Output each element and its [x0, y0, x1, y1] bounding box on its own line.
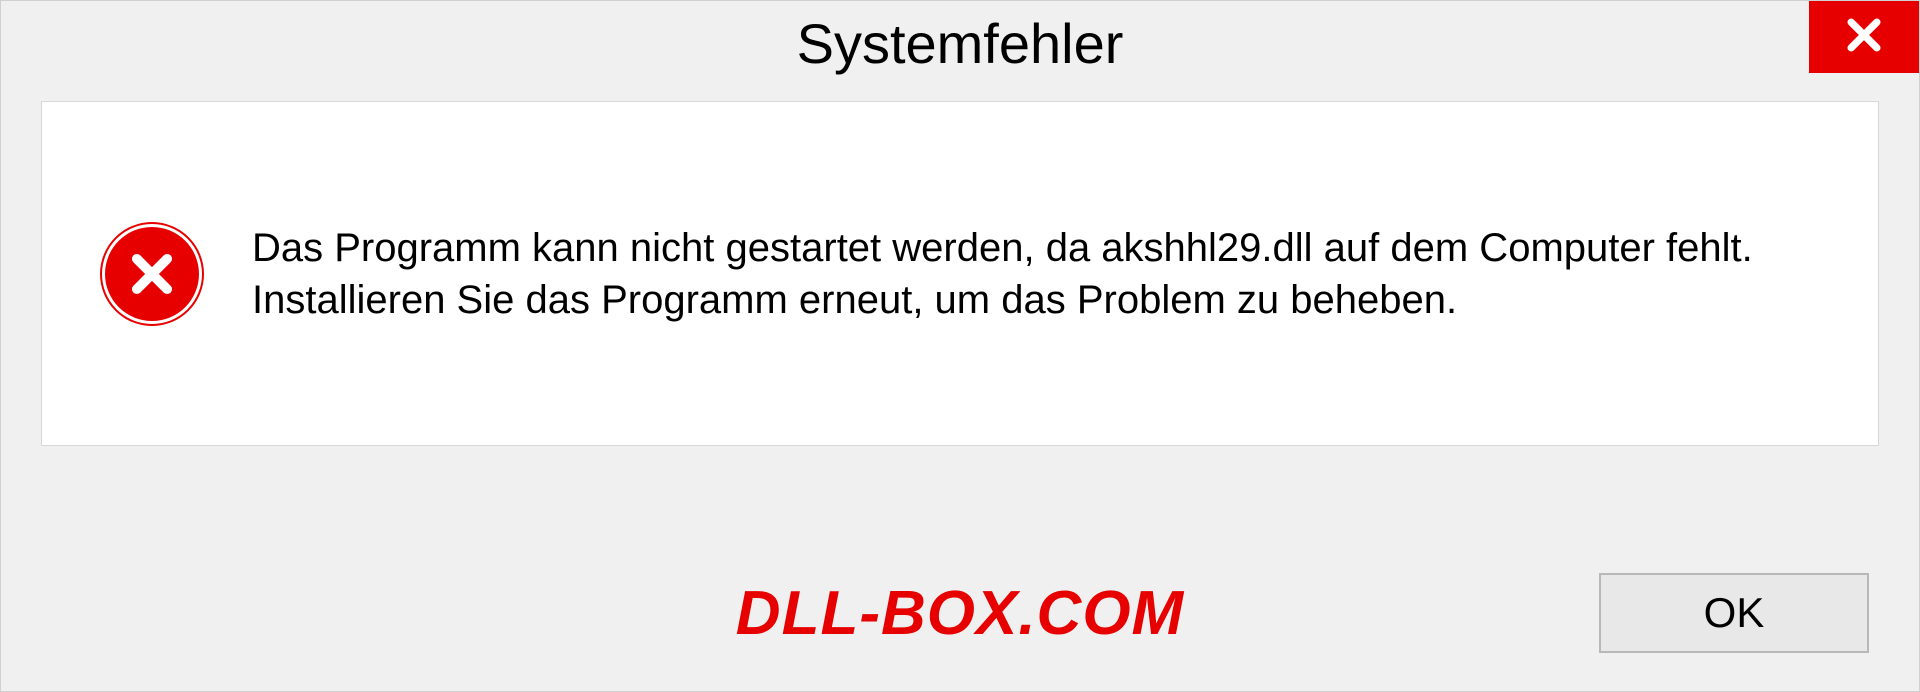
dialog-footer: DLL-BOX.COM OK: [1, 573, 1919, 653]
title-bar: Systemfehler: [1, 1, 1919, 91]
error-icon: [102, 224, 202, 324]
watermark-text: DLL-BOX.COM: [736, 578, 1184, 649]
close-button[interactable]: [1809, 1, 1919, 73]
ok-button[interactable]: OK: [1599, 573, 1869, 653]
error-message: Das Programm kann nicht gestartet werden…: [252, 222, 1818, 326]
content-box: Das Programm kann nicht gestartet werden…: [41, 101, 1879, 446]
dialog-title: Systemfehler: [797, 11, 1124, 76]
close-icon: [1842, 13, 1886, 62]
ok-button-label: OK: [1704, 589, 1765, 637]
error-dialog: Systemfehler Das Programm kann nicht ges…: [0, 0, 1920, 692]
